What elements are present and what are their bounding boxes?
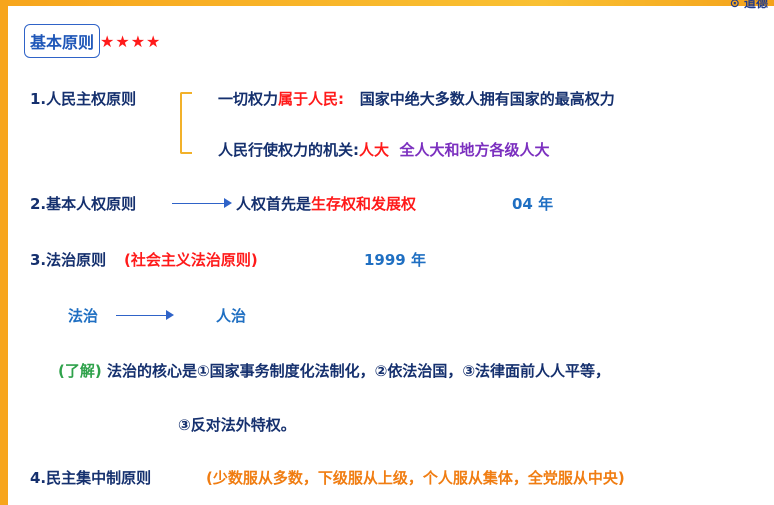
- p2-text-highlight: 生存权和发展权: [311, 195, 417, 213]
- importance-stars: ★★★★: [100, 31, 162, 51]
- p1-line1-prefix: 一切权力: [218, 90, 279, 108]
- left-accent-bar: [0, 0, 8, 505]
- bracket-connector: [180, 92, 192, 154]
- top-accent-bar: [0, 0, 774, 6]
- p1-line2-prefix: 人民行使权力的机关:: [218, 141, 359, 159]
- rule-of-law-label: 法治: [68, 307, 99, 325]
- principle-1-line-2: 人民行使权力的机关:人大 全人大和地方各级人大: [218, 139, 549, 160]
- principle-2-year: 04 年: [512, 195, 554, 213]
- section-header: 基本原则 ★★★★: [24, 22, 161, 60]
- principle-1-line-1: 一切权力属于人民: 国家中绝大多数人拥有国家的最高权力: [218, 88, 615, 109]
- principle-2-label: 2.基本人权原则: [30, 195, 137, 213]
- p1-line2-highlight: 人大: [359, 141, 390, 159]
- note-tag: (了解): [58, 362, 102, 380]
- principle-3-paren: (社会主义法治原则): [124, 251, 258, 269]
- rule-of-man-label: 人治: [216, 307, 247, 325]
- note-text: 法治的核心是①国家事务制度化法制化，②依法治国，③法律面前人人平等，: [106, 362, 611, 380]
- principle-3-label: 3.法治原则: [30, 251, 107, 269]
- principle-2-text: 人权首先是生存权和发展权: [236, 193, 416, 214]
- p2-text-prefix: 人权首先是: [236, 195, 312, 213]
- p1-line1-highlight: 属于人民:: [278, 90, 345, 108]
- rule-of-law-note: (了解) 法治的核心是①国家事务制度化法制化，②依法治国，③法律面前人人平等，: [58, 360, 610, 381]
- principle-4-label: 4.民主集中制原则: [30, 469, 152, 487]
- principle-4-paren: (少数服从多数，下级服从上级，个人服从集体，全党服从中央): [206, 469, 625, 487]
- p1-line2-rest: 全人大和地方各级人大: [399, 141, 550, 159]
- arrow-right-icon: [116, 307, 174, 323]
- rule-of-law-note-cont: ③反对法外特权。: [178, 416, 296, 434]
- section-title: 基本原则: [24, 24, 101, 58]
- principle-1-label: 1.人民主权原则: [30, 90, 137, 108]
- principle-3-year: 1999 年: [364, 251, 426, 269]
- p1-line1-rest: 国家中绝大多数人拥有国家的最高权力: [359, 90, 615, 108]
- top-corner-tag: ⊙ 道德: [729, 0, 768, 10]
- arrow-right-icon: [172, 195, 232, 211]
